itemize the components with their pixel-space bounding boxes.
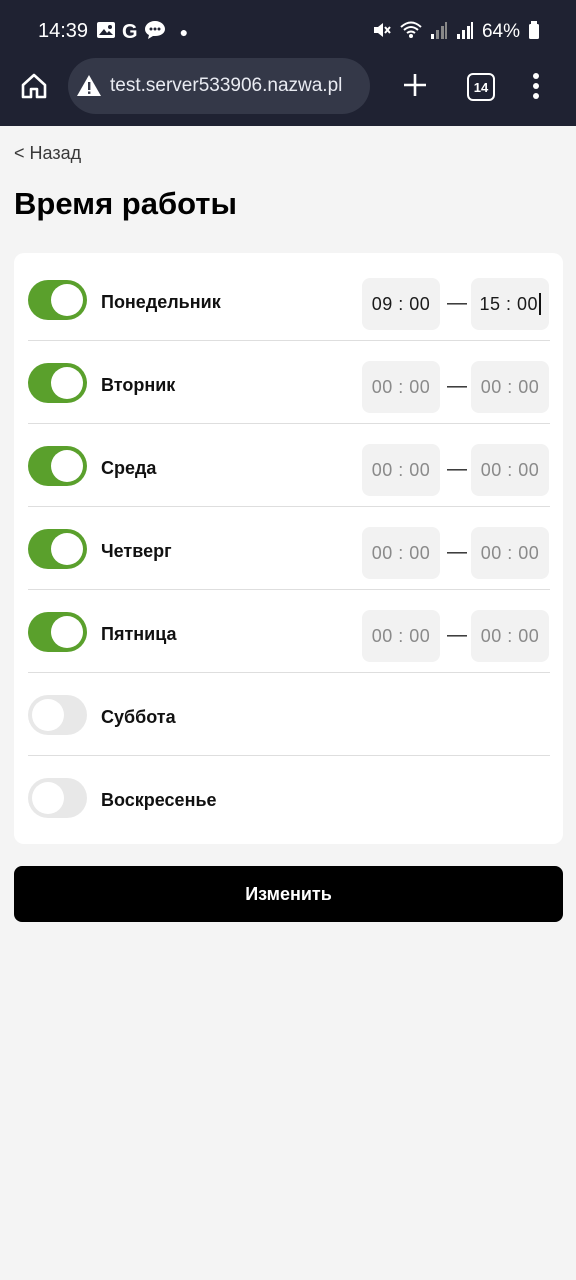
day-row-friday: Пятница 00 : 00 — 00 : 00 bbox=[28, 590, 550, 673]
submit-button[interactable]: Изменить bbox=[14, 866, 563, 922]
range-separator: — bbox=[447, 541, 467, 563]
day-row-thursday: Четверг 00 : 00 — 00 : 00 bbox=[28, 507, 550, 590]
day-row-monday: Понедельник 09 : 00 — 15 : 00 bbox=[28, 258, 550, 341]
time-from-value: 00 : 00 bbox=[371, 376, 431, 397]
day-toggle[interactable] bbox=[28, 363, 87, 403]
toggle-knob bbox=[32, 699, 64, 731]
wifi-icon bbox=[400, 20, 422, 45]
time-from-input[interactable]: 00 : 00 bbox=[362, 444, 440, 496]
toggle-knob bbox=[51, 284, 83, 316]
time-from-value: 09 : 00 bbox=[371, 293, 431, 314]
time-to-input[interactable]: 15 : 00 bbox=[471, 278, 549, 330]
range-separator: — bbox=[447, 375, 467, 397]
time-to-input[interactable]: 00 : 00 bbox=[471, 361, 549, 413]
range-separator: — bbox=[447, 292, 467, 314]
day-toggle[interactable] bbox=[28, 778, 87, 818]
battery-percent: 64% bbox=[481, 21, 520, 42]
tab-switcher-button[interactable]: 14 bbox=[467, 73, 495, 101]
signal-icon bbox=[430, 20, 448, 45]
more-vert-icon bbox=[533, 73, 539, 79]
dot-icon: ● bbox=[179, 24, 189, 40]
time-from-input[interactable]: 00 : 00 bbox=[362, 361, 440, 413]
plus-icon bbox=[404, 74, 426, 96]
schedule-card: Понедельник 09 : 00 — 15 : 00 Вторник 00… bbox=[14, 253, 563, 844]
toggle-knob bbox=[51, 367, 83, 399]
day-label: Четверг bbox=[101, 541, 172, 561]
time-to-value: 00 : 00 bbox=[480, 376, 540, 397]
day-label: Среда bbox=[101, 458, 157, 478]
browser-chrome: 14:39 G ● 64% test.server533906.nazwa.pl… bbox=[0, 0, 576, 126]
time-to-value: 00 : 00 bbox=[480, 542, 540, 563]
day-toggle[interactable] bbox=[28, 612, 87, 652]
browser-menu-button[interactable] bbox=[528, 70, 544, 102]
time-from-input[interactable]: 00 : 00 bbox=[362, 610, 440, 662]
home-button[interactable] bbox=[16, 68, 52, 104]
time-to-value: 15 : 00 bbox=[479, 293, 539, 314]
system-icons: 64% bbox=[372, 20, 540, 44]
day-row-tuesday: Вторник 00 : 00 — 00 : 00 bbox=[28, 341, 550, 424]
mute-icon bbox=[372, 20, 392, 45]
toggle-knob bbox=[51, 533, 83, 565]
day-label: Суббота bbox=[101, 707, 176, 727]
url-text: test.server533906.nazwa.pl bbox=[110, 75, 343, 96]
time-to-input[interactable]: 00 : 00 bbox=[471, 610, 549, 662]
day-label: Воскресенье bbox=[101, 790, 217, 810]
google-icon: G bbox=[122, 20, 138, 43]
text-caret bbox=[539, 293, 541, 315]
notification-icons: G ● bbox=[96, 20, 188, 44]
warning-icon bbox=[76, 73, 102, 99]
time-to-input[interactable]: 00 : 00 bbox=[471, 527, 549, 579]
image-icon bbox=[96, 21, 116, 44]
day-toggle[interactable] bbox=[28, 695, 87, 735]
time-to-value: 00 : 00 bbox=[480, 625, 540, 646]
back-link[interactable]: < Назад bbox=[14, 143, 81, 164]
signal-icon bbox=[456, 20, 474, 45]
day-row-wednesday: Среда 00 : 00 — 00 : 00 bbox=[28, 424, 550, 507]
browser-toolbar: test.server533906.nazwa.pl 14 bbox=[0, 58, 576, 118]
time-from-input[interactable]: 09 : 00 bbox=[362, 278, 440, 330]
status-time: 14:39 bbox=[38, 20, 89, 42]
range-separator: — bbox=[447, 624, 467, 646]
time-from-value: 00 : 00 bbox=[371, 625, 431, 646]
tab-count: 14 bbox=[473, 79, 489, 95]
time-from-value: 00 : 00 bbox=[371, 459, 431, 480]
range-separator: — bbox=[447, 458, 467, 480]
day-row-saturday: Суббота bbox=[28, 673, 550, 756]
day-toggle[interactable] bbox=[28, 280, 87, 320]
battery-icon bbox=[528, 20, 540, 45]
day-toggle[interactable] bbox=[28, 446, 87, 486]
day-label: Пятница bbox=[101, 624, 177, 644]
time-from-value: 00 : 00 bbox=[371, 542, 431, 563]
toggle-knob bbox=[32, 782, 64, 814]
message-icon bbox=[144, 20, 166, 45]
home-icon bbox=[21, 73, 47, 99]
address-bar[interactable]: test.server533906.nazwa.pl bbox=[68, 58, 370, 114]
day-toggle[interactable] bbox=[28, 529, 87, 569]
time-from-input[interactable]: 00 : 00 bbox=[362, 527, 440, 579]
status-bar: 14:39 G ● 64% bbox=[0, 0, 576, 64]
time-to-value: 00 : 00 bbox=[480, 459, 540, 480]
page-title: Время работы bbox=[14, 186, 237, 221]
day-label: Вторник bbox=[101, 375, 176, 395]
new-tab-button[interactable] bbox=[398, 68, 432, 102]
day-label: Понедельник bbox=[101, 292, 221, 312]
time-to-input[interactable]: 00 : 00 bbox=[471, 444, 549, 496]
toggle-knob bbox=[51, 616, 83, 648]
day-row-sunday: Воскресенье bbox=[28, 756, 550, 839]
toggle-knob bbox=[51, 450, 83, 482]
